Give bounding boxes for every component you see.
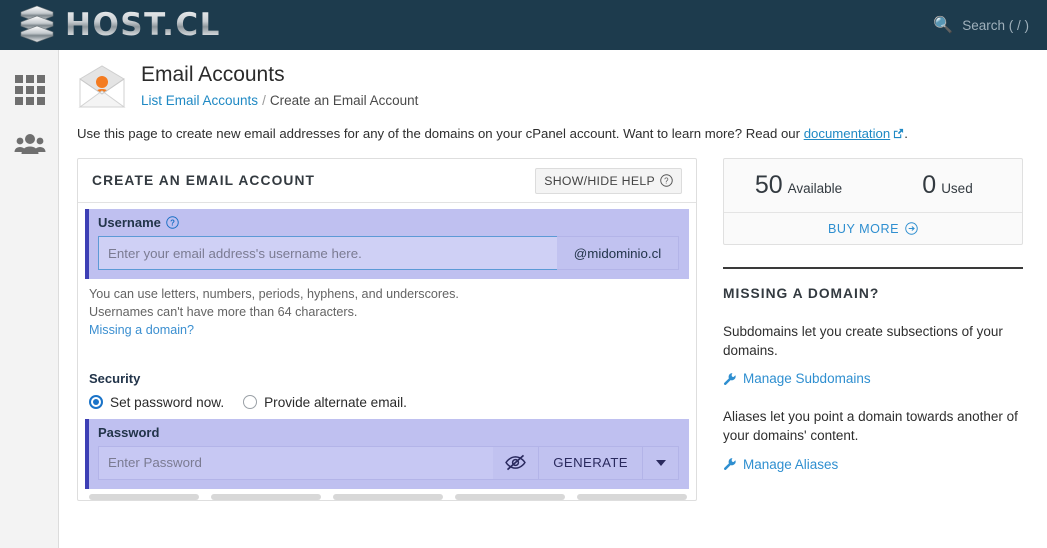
radio-indicator-selected (89, 395, 103, 410)
radio-indicator (243, 395, 258, 410)
stat-used: 0 Used (873, 171, 1022, 200)
username-hint-2: Usernames can't have more than 64 charac… (89, 304, 358, 319)
sidebar-item-users[interactable] (0, 117, 59, 171)
used-count: 0 (922, 171, 937, 199)
email-quota-card: 50 Available 0 Used BUY MORE (723, 158, 1023, 245)
eye-slash-icon (505, 454, 527, 471)
top-header-bar: HOST.CL 🔍 Search ( / ) (0, 0, 1047, 50)
manage-subdomains-link[interactable]: Manage Subdomains (723, 371, 1023, 386)
username-label: Username ? (98, 215, 679, 230)
manage-subdomains-label: Manage Subdomains (743, 371, 871, 387)
page-description: Use this page to create new email addres… (77, 126, 1038, 141)
username-field-group: Username ? @midominio.cl (85, 209, 689, 279)
manage-aliases-label: Manage Aliases (743, 456, 839, 472)
email-account-envelope-icon (78, 65, 126, 108)
page-title: Email Accounts (141, 63, 285, 86)
arrow-circle-right-icon (905, 222, 918, 235)
domain-suffix-label: @midominio.cl (557, 236, 679, 270)
strength-segment (333, 493, 443, 500)
svg-text:?: ? (664, 177, 669, 186)
generate-options-dropdown-button[interactable] (643, 445, 679, 480)
missing-domain-heading: MISSING A DOMAIN? (723, 286, 880, 301)
security-label: Security (89, 370, 141, 386)
password-label-text: Password (98, 424, 160, 440)
radio-provide-alternate-email[interactable]: Provide alternate email. (243, 395, 407, 410)
left-navigation-rail (0, 50, 59, 548)
strength-segment (211, 493, 321, 500)
search-button[interactable]: 🔍 Search ( / ) (933, 15, 1029, 35)
card-title: CREATE AN EMAIL ACCOUNT (92, 173, 316, 188)
username-hint-1: You can use letters, numbers, periods, h… (89, 287, 459, 301)
breadcrumb: List Email Accounts / Create an Email Acco… (141, 93, 418, 108)
available-label: Available (787, 181, 843, 196)
show-hide-help-label: SHOW/HIDE HELP (544, 173, 655, 188)
brand-name: HOST.CL (65, 7, 221, 43)
intro-text-end: . (904, 126, 908, 141)
username-input[interactable] (98, 236, 557, 270)
breadcrumb-current: Create an Email Account (269, 93, 419, 109)
main-content: Email Accounts List Email Accounts / Creat… (59, 50, 1047, 548)
radio-provide-alternate-email-label: Provide alternate email. (264, 394, 407, 410)
users-group-icon (14, 134, 45, 154)
question-circle-icon[interactable]: ? (166, 216, 179, 229)
buy-more-label: BUY MORE (828, 221, 899, 236)
strength-segment (89, 493, 199, 500)
card-header: CREATE AN EMAIL ACCOUNT SHOW/HIDE HELP ? (78, 159, 696, 203)
side-column: 50 Available 0 Used BUY MORE MISSING A DOM… (723, 158, 1023, 501)
buy-more-button[interactable]: BUY MORE (724, 212, 1022, 244)
password-label: Password (98, 425, 679, 440)
server-stack-logo-icon (20, 5, 54, 43)
sidebar-item-apps[interactable] (0, 63, 59, 117)
side-divider (723, 267, 1023, 269)
security-radio-group: Set password now. Provide alternate emai… (89, 395, 696, 410)
generate-password-label: GENERATE (553, 455, 628, 471)
create-email-account-card: CREATE AN EMAIL ACCOUNT SHOW/HIDE HELP ?… (77, 158, 697, 501)
password-field-group: Password GENERATE (85, 418, 689, 489)
toggle-password-visibility-button[interactable] (493, 445, 540, 480)
wrench-icon (723, 372, 736, 385)
intro-text: Use this page to create new email addres… (77, 126, 804, 141)
subdomains-description: Subdomains let you create subsections of… (723, 324, 1003, 359)
external-link-icon (894, 128, 904, 139)
username-hints: You can use letters, numbers, periods, h… (89, 286, 696, 340)
search-icon: 🔍 (933, 17, 954, 34)
question-circle-icon: ? (660, 174, 673, 187)
missing-a-domain-link[interactable]: Missing a domain? (89, 323, 194, 337)
radio-set-password-now-label: Set password now. (110, 394, 225, 410)
stat-available: 50 Available (724, 171, 873, 200)
used-label: Used (941, 181, 973, 196)
username-label-text: Username (98, 215, 161, 230)
svg-text:?: ? (170, 219, 175, 228)
breadcrumb-link-list-email-accounts[interactable]: List Email Accounts (141, 93, 258, 108)
brand-logo[interactable]: HOST.CL (15, 3, 221, 47)
radio-set-password-now[interactable]: Set password now. (89, 395, 224, 410)
documentation-link[interactable]: documentation (804, 126, 891, 141)
wrench-icon (723, 458, 736, 471)
show-hide-help-button[interactable]: SHOW/HIDE HELP ? (535, 167, 682, 194)
manage-aliases-link[interactable]: Manage Aliases (723, 457, 1023, 472)
search-label: Search ( / ) (962, 17, 1029, 33)
aliases-description: Aliases let you point a domain towards a… (723, 409, 1018, 444)
password-input[interactable] (98, 445, 494, 480)
strength-segment (455, 493, 565, 500)
chevron-down-icon (655, 459, 666, 466)
strength-segment (577, 493, 687, 500)
breadcrumb-separator: / (262, 93, 266, 109)
password-strength-meter (89, 493, 687, 500)
page-header: Email Accounts List Email Accounts / Creat… (68, 50, 1038, 109)
generate-password-button[interactable]: GENERATE (539, 445, 643, 480)
apps-grid-icon (14, 75, 45, 105)
available-count: 50 (754, 171, 783, 199)
